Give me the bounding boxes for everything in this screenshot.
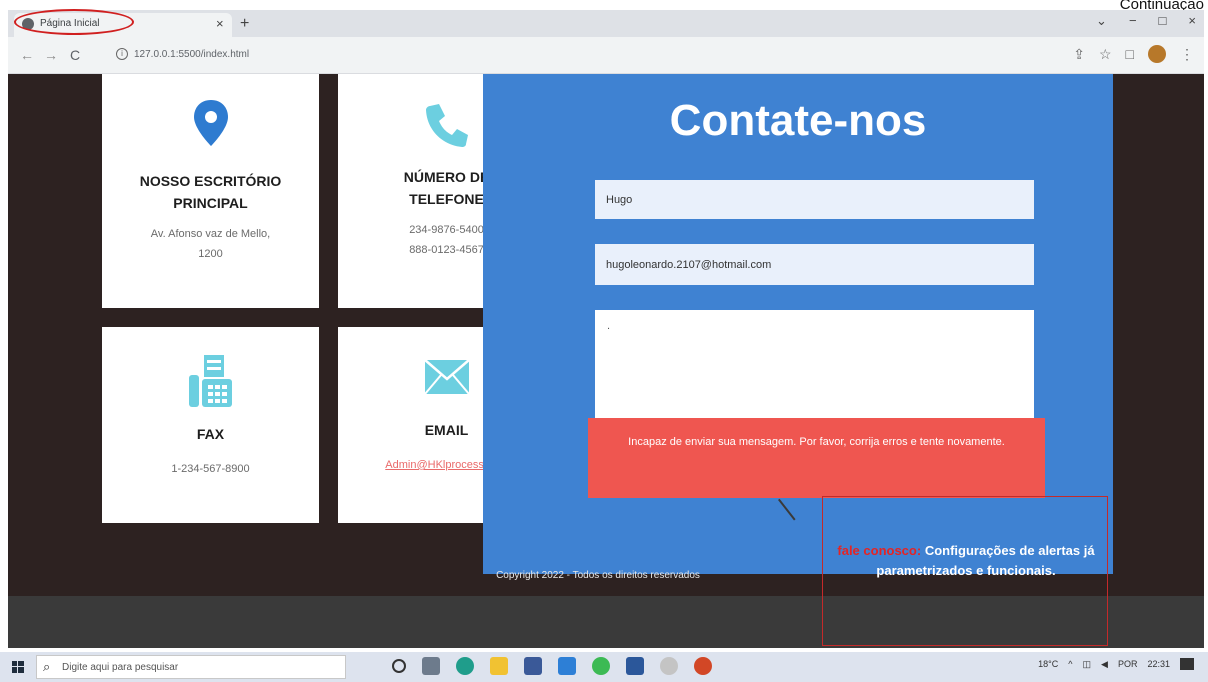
taskbar-search[interactable]: ⌕ Digite aqui para pesquisar xyxy=(36,655,346,679)
search-icon: ⌕ xyxy=(43,659,51,674)
error-banner: Incapaz de enviar sua mensagem. Por favo… xyxy=(588,418,1045,498)
tray-chevron-icon[interactable]: ^ xyxy=(1068,659,1072,669)
office-title-line1: NOSSO ESCRITÓRIO xyxy=(139,173,282,189)
menu-icon[interactable]: ⋮ xyxy=(1180,46,1194,63)
reload-icon[interactable]: C xyxy=(70,47,80,63)
message-text: . xyxy=(607,320,611,332)
new-tab-button[interactable]: + xyxy=(240,15,249,33)
maximize-button[interactable]: □ xyxy=(1159,13,1167,29)
office-address-line2: 1200 xyxy=(198,248,223,260)
weather-text[interactable]: 18°C xyxy=(1038,659,1058,669)
site-info-icon[interactable]: i xyxy=(116,48,128,60)
annotation-box: fale conosco: Configurações de alertas j… xyxy=(822,496,1108,646)
share-icon[interactable]: ⇪ xyxy=(1073,46,1085,63)
vscode-icon[interactable] xyxy=(558,657,576,675)
phone-icon xyxy=(425,104,468,147)
fax-title: FAX xyxy=(196,426,225,442)
task-view-icon[interactable] xyxy=(422,657,440,675)
file-explorer-icon[interactable] xyxy=(490,657,508,675)
store-icon[interactable] xyxy=(524,657,542,675)
contact-title: Contate-nos xyxy=(669,96,927,145)
message-field[interactable]: . xyxy=(595,310,1034,422)
address-bar[interactable]: 127.0.0.1:5500/index.html xyxy=(134,49,249,60)
forward-icon[interactable]: → xyxy=(44,47,58,63)
fax-card: FAX 1-234-567-8900 xyxy=(102,327,319,523)
back-icon[interactable]: ← xyxy=(20,47,34,63)
photos-icon[interactable] xyxy=(660,657,678,675)
browser-toolbar: ← → C i 127.0.0.1:5500/index.html ⇪ ☆ □ … xyxy=(8,37,1204,74)
sidebar-icon[interactable]: □ xyxy=(1126,46,1134,62)
word-icon[interactable] xyxy=(626,657,644,675)
taskbar-apps xyxy=(392,657,712,675)
office-card: NOSSO ESCRITÓRIO PRINCIPAL Av. Afonso va… xyxy=(102,74,319,308)
toolbar-actions: ⇪ ☆ □ ⋮ xyxy=(1073,45,1194,63)
window-controls: ⌄ − □ × xyxy=(1096,13,1196,29)
envelope-icon xyxy=(423,359,470,395)
tab-highlight-circle xyxy=(14,9,134,35)
powerpoint-icon[interactable] xyxy=(694,657,712,675)
volume-icon[interactable]: ◀ xyxy=(1101,659,1108,670)
clock[interactable]: 22:31 xyxy=(1147,659,1170,669)
chrome-icon[interactable] xyxy=(592,657,610,675)
network-icon[interactable]: ◫ xyxy=(1083,659,1092,670)
map-pin-icon xyxy=(193,100,228,146)
taskbar-search-placeholder: Digite aqui para pesquisar xyxy=(62,662,179,673)
screenshot-root: Continuação Página Inicial × + ⌄ − □ × ←… xyxy=(0,0,1208,682)
notifications-icon[interactable] xyxy=(1180,658,1194,670)
minimize-button[interactable]: − xyxy=(1129,13,1137,29)
annotation-prefix: fale conosco: xyxy=(837,543,922,558)
fax-icon xyxy=(188,355,232,407)
office-address-line1: Av. Afonso vaz de Mello, xyxy=(150,228,271,240)
bookmark-star-icon[interactable]: ☆ xyxy=(1099,46,1112,63)
edge-icon[interactable] xyxy=(456,657,474,675)
tab-close-icon[interactable]: × xyxy=(216,16,224,31)
name-field[interactable] xyxy=(595,180,1034,219)
browser-tab-strip: Página Inicial × + ⌄ − □ × xyxy=(8,10,1204,37)
language-indicator[interactable]: POR xyxy=(1118,659,1138,669)
system-tray: 18°C ^ ◫ ◀ POR 22:31 xyxy=(1038,658,1194,670)
fax-number: 1-234-567-8900 xyxy=(171,463,250,475)
tab-search-icon[interactable]: ⌄ xyxy=(1096,13,1107,29)
close-window-button[interactable]: × xyxy=(1188,13,1196,29)
windows-taskbar: ⌕ Digite aqui para pesquisar 18°C ^ ◫ ◀ … xyxy=(0,652,1208,682)
office-title-line2: PRINCIPAL xyxy=(173,195,248,211)
email-field[interactable] xyxy=(595,244,1034,285)
annotation-text: fale conosco: Configurações de alertas j… xyxy=(833,541,1099,581)
windows-start-icon[interactable] xyxy=(12,661,24,673)
profile-avatar[interactable] xyxy=(1148,45,1166,63)
cortana-icon[interactable] xyxy=(392,659,406,673)
